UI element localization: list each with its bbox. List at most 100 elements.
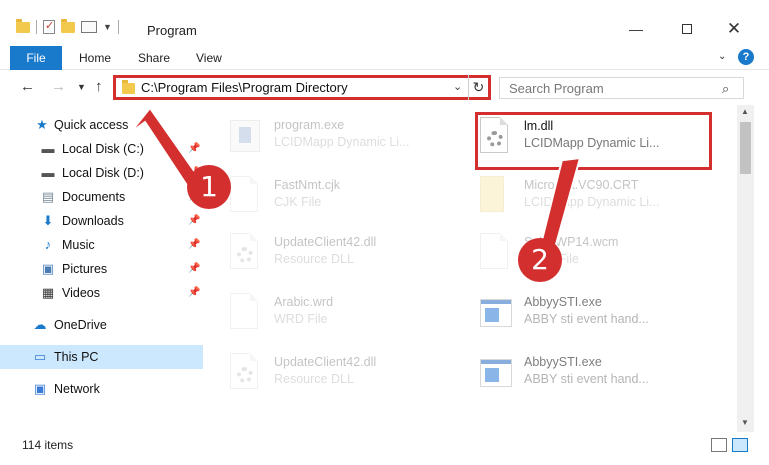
folder-icon	[16, 18, 30, 33]
tab-file[interactable]: File	[10, 46, 62, 70]
address-path[interactable]: C:\Program Files\Program Directory	[141, 80, 348, 95]
window-title: Program	[147, 23, 197, 38]
pin-icon[interactable]: 📌	[188, 239, 200, 250]
sidebar-item-label: Network	[54, 382, 100, 396]
sidebar-item-music[interactable]: ♪ Music 📌	[0, 233, 203, 257]
tab-view[interactable]: View	[196, 46, 222, 70]
exe-icon	[480, 293, 512, 333]
file-name: AbbyySTI.exe	[524, 355, 602, 369]
large-icons-view-icon[interactable]	[732, 438, 748, 452]
dll-icon	[230, 233, 262, 273]
sidebar-item-local-disk-c[interactable]: ▬ Local Disk (C:) 📌	[0, 137, 203, 161]
help-icon[interactable]: ?	[738, 49, 754, 65]
tab-home[interactable]: Home	[79, 46, 111, 70]
refresh-icon[interactable]: ↻	[468, 75, 488, 100]
sidebar-item-label: Documents	[62, 190, 126, 204]
vertical-scrollbar[interactable]: ▲ ▼	[737, 105, 754, 432]
folder-icon	[122, 80, 135, 94]
file-icon	[230, 176, 262, 216]
new-folder-icon[interactable]	[61, 18, 75, 33]
maximize-button[interactable]	[664, 18, 710, 40]
file-name: Microsoft.VC90.CRT	[524, 178, 639, 192]
navigation-pane: ★ Quick access ▬ Local Disk (C:) 📌 ▬ Loc…	[0, 105, 203, 432]
up-button[interactable]: ↑	[95, 78, 103, 95]
sidebar-item-label: Local Disk (D:)	[62, 166, 144, 180]
properties-check-icon[interactable]	[43, 19, 55, 34]
exe-icon	[230, 116, 262, 156]
close-button[interactable]: ✕	[711, 18, 757, 40]
file-item[interactable]: Arabic.wrd WRD File	[212, 285, 452, 339]
file-item[interactable]: AbbyySTI.exe ABBY sti event hand...	[462, 345, 702, 399]
drive-icon: ▬	[41, 141, 55, 156]
videos-icon: ▦	[41, 285, 55, 300]
file-icon	[480, 233, 512, 273]
drive-icon: ▬	[41, 165, 55, 180]
minimize-button[interactable]: —	[613, 18, 659, 40]
cloud-icon: ☁	[33, 317, 47, 332]
file-type: LCIDMapp Dynamic Li...	[524, 195, 660, 209]
file-type: ABBY sti event hand...	[524, 372, 649, 386]
file-type: ABBY sti event hand...	[524, 312, 649, 326]
scroll-down-icon[interactable]: ▼	[741, 418, 749, 427]
scrollbar-thumb[interactable]	[740, 122, 751, 174]
sidebar-item-quick-access[interactable]: ★ Quick access	[0, 113, 203, 137]
file-item[interactable]: Microsoft.VC90.CRT LCIDMapp Dynamic Li..…	[462, 168, 702, 222]
maximize-icon	[682, 24, 692, 34]
sidebar-item-network[interactable]: ▣ Network	[0, 377, 203, 401]
file-type: Resource DLL	[274, 372, 354, 386]
file-name: UpdateClient42.dll	[274, 355, 377, 369]
customize-icon[interactable]	[81, 21, 97, 33]
file-item[interactable]: program.exe LCIDMapp Dynamic Li...	[212, 108, 452, 162]
file-type: LCIDMapp Dynamic Li...	[274, 135, 410, 149]
file-item[interactable]: UpdateClient42.dll Resource DLL	[212, 225, 452, 279]
file-item[interactable]: UpdateClient42.dll Resource DLL	[212, 345, 452, 399]
sidebar-item-documents[interactable]: ▤ Documents 📌	[0, 185, 203, 209]
file-name: UpdateClient42.dll	[274, 235, 377, 249]
recent-locations-icon[interactable]: ▼	[77, 82, 86, 92]
sidebar-item-downloads[interactable]: ⬇ Downloads 📌	[0, 209, 203, 233]
status-bar: 114 items	[0, 432, 769, 458]
exe-icon	[480, 353, 512, 393]
sidebar-item-pictures[interactable]: ▣ Pictures 📌	[0, 257, 203, 281]
documents-icon: ▤	[41, 189, 55, 204]
pin-icon[interactable]: 📌	[188, 215, 200, 226]
tab-share[interactable]: Share	[138, 46, 170, 70]
scroll-up-icon[interactable]: ▲	[741, 107, 749, 116]
sidebar-item-onedrive[interactable]: ☁ OneDrive	[0, 313, 203, 337]
step-badge-1: 1	[187, 165, 231, 209]
sidebar-item-label: OneDrive	[54, 318, 107, 332]
toolbar-divider	[117, 20, 119, 34]
forward-button[interactable]: →	[51, 78, 66, 95]
search-input[interactable]: Search Program ⌕	[499, 77, 744, 99]
file-type: CJK File	[274, 195, 322, 209]
network-icon: ▣	[33, 381, 47, 396]
download-icon: ⬇	[42, 213, 54, 228]
file-name: Arabic.wrd	[274, 295, 334, 309]
file-type: WRD File	[274, 312, 328, 326]
file-item[interactable]: SalesWP14.wcm WCM File	[462, 225, 702, 279]
sidebar-item-videos[interactable]: ▦ Videos 📌	[0, 281, 203, 305]
file-item[interactable]: AbbyySTI.exe ABBY sti event hand...	[462, 285, 702, 339]
pin-icon[interactable]: 📌	[188, 143, 200, 154]
sidebar-item-label: Pictures	[62, 262, 108, 276]
dll-icon	[230, 353, 262, 393]
sidebar-item-local-disk-d[interactable]: ▬ Local Disk (D:) 📌	[0, 161, 203, 185]
address-bar[interactable]: C:\Program Files\Program Directory ⌄ ↻	[113, 75, 491, 100]
title-bar: ▼ Program — ✕	[0, 0, 769, 44]
ribbon-expand-icon[interactable]: ⌄	[718, 51, 726, 62]
navigation-bar: ← → ▼ ↑ C:\Program Files\Program Directo…	[0, 71, 769, 105]
pin-icon[interactable]: 📌	[188, 287, 200, 298]
file-item[interactable]: FastNmt.cjk CJK File	[212, 168, 452, 222]
details-view-icon[interactable]	[711, 438, 727, 452]
search-icon[interactable]: ⌕	[722, 81, 729, 97]
sidebar-item-this-pc[interactable]: ▭ This PC	[0, 345, 203, 369]
file-icon	[230, 293, 262, 333]
back-button[interactable]: ←	[20, 78, 35, 95]
pin-icon[interactable]: 📌	[188, 263, 200, 274]
item-count: 114 items	[22, 438, 74, 452]
step-badge-2: 2	[518, 238, 562, 282]
chevron-down-icon[interactable]: ▼	[103, 22, 112, 32]
sidebar-item-label: Videos	[62, 286, 100, 300]
chevron-down-icon[interactable]: ⌄	[453, 80, 462, 93]
file-name: FastNmt.cjk	[274, 178, 340, 192]
